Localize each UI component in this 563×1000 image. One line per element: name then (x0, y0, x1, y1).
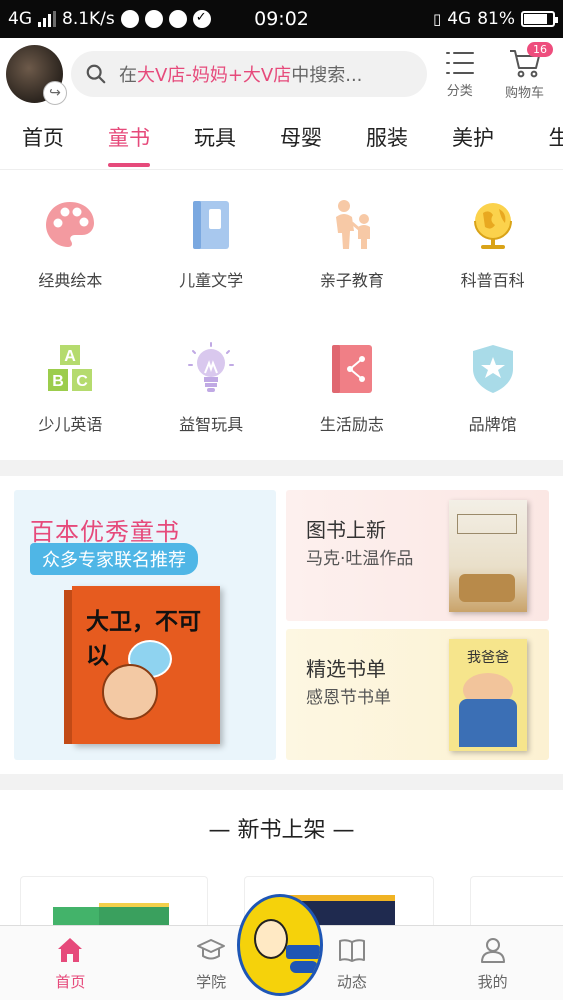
cart-button[interactable]: 16 购物车 (492, 41, 557, 101)
search-placeholder-brand: 妈妈+大V店 (191, 65, 292, 86)
graduation-cap-icon (197, 938, 226, 959)
search-placeholder-prefix: 在 (119, 65, 137, 86)
promo-main-title: 百本优秀童书 (30, 518, 180, 546)
category-childrens-literature[interactable]: 儿童文学 (141, 172, 282, 316)
star-shield-icon (472, 345, 513, 393)
svg-text:A: A (65, 348, 77, 365)
book-cover-david: 大卫，不可以 (64, 586, 220, 744)
nav-me[interactable]: 我的 (422, 926, 563, 1000)
promo-card-title: 精选书单 (306, 657, 386, 681)
nav-home[interactable]: 首页 (0, 926, 141, 1000)
promo-new-books-card[interactable]: 图书上新 马克·吐温作品 (286, 490, 549, 621)
promo-top-books-banner[interactable]: 百本优秀童书 众多专家联名推荐 大卫，不可以 (14, 490, 276, 760)
watermark-sticker (237, 894, 323, 996)
open-book-icon (338, 938, 365, 962)
nav-label: 学院 (196, 972, 227, 991)
top-header: ↪ 在 大V店 - 妈妈+大V店 中搜索... 分类 16 购物车 (0, 38, 563, 110)
home-icon (58, 937, 83, 962)
category-parenting[interactable]: 亲子教育 (282, 172, 423, 316)
category-life-inspiration[interactable]: 生活励志 (282, 316, 423, 460)
book-cover-my-dad: 我爸爸 (449, 639, 527, 751)
message-icon (144, 10, 163, 28)
category-label: 少儿英语 (38, 415, 103, 434)
nav-label: 我的 (477, 972, 508, 991)
svg-text:C: C (77, 373, 89, 390)
category-grid: 经典绘本 儿童文学 亲子教育 科普百科 A B C 少儿英语 益智玩具 生活励志… (0, 172, 563, 460)
promo-card-subtitle: 感恩节书单 (306, 688, 391, 708)
network-indicator: 4G (8, 9, 32, 29)
category-label: 益智玩具 (179, 415, 244, 434)
search-placeholder-store: 大V店 (137, 65, 186, 86)
camera-app-icon (168, 10, 187, 28)
vibrate-icon: ▯ (432, 10, 442, 28)
network-right: 4G (447, 9, 472, 29)
nav-label: 首页 (55, 972, 86, 991)
svg-text:B: B (53, 373, 65, 390)
tab-home[interactable]: 首页 (0, 112, 86, 169)
list-icon (445, 51, 474, 74)
category-classic-picture-books[interactable]: 经典绘本 (0, 172, 141, 316)
category-tabs: 首页 童书 玩具 母婴 服装 美护 生 (0, 112, 563, 170)
share-book-icon (331, 345, 372, 393)
category-label: 品牌馆 (468, 415, 517, 434)
signal-icon (38, 11, 56, 27)
new-books-heading: — 新书上架 — (208, 818, 355, 843)
tab-toys[interactable]: 玩具 (172, 112, 258, 169)
promo-card-title: 图书上新 (306, 518, 386, 542)
tab-life[interactable]: 生 (516, 112, 563, 169)
category-label: 经典绘本 (38, 271, 103, 290)
nav-label: 动态 (336, 972, 367, 991)
search-placeholder-suffix: 中搜索... (291, 65, 363, 86)
share-icon[interactable]: ↪ (43, 81, 67, 105)
book-cover-title: 我爸爸 (467, 650, 509, 666)
cart-label: 购物车 (505, 85, 545, 101)
category-educational-toys[interactable]: 益智玩具 (141, 316, 282, 460)
tab-childrens-books[interactable]: 童书 (86, 112, 172, 169)
category-label: 亲子教育 (319, 271, 384, 290)
promo-book-list-card[interactable]: 精选书单 感恩节书单 我爸爸 (286, 629, 549, 760)
category-brand-hall[interactable]: 品牌馆 (422, 316, 563, 460)
lightbulb-icon (188, 342, 235, 392)
user-icon (480, 937, 505, 963)
search-icon (86, 64, 106, 84)
tab-clothing[interactable]: 服装 (344, 112, 430, 169)
promo-card-subtitle: 马克·吐温作品 (306, 549, 414, 569)
cart-badge: 16 (526, 41, 553, 57)
tab-mother-baby[interactable]: 母婴 (258, 112, 344, 169)
globe-icon (473, 203, 512, 249)
book-cover-mark-twain (449, 500, 527, 612)
category-science-encyclopedia[interactable]: 科普百科 (422, 172, 563, 316)
abc-blocks-icon: A B C (48, 345, 93, 391)
app-screen: 4G 8.1K/s 09:02 ▯ 4G 81% ↪ 在 大V店 (0, 0, 563, 1000)
kid-illustration (102, 664, 158, 720)
battery-percent: 81% (477, 9, 515, 29)
network-speed: 8.1K/s (62, 9, 115, 29)
battery-icon (521, 11, 558, 27)
section-divider (0, 774, 563, 790)
tab-beauty[interactable]: 美护 (430, 112, 516, 169)
avatar[interactable]: ↪ (6, 45, 67, 105)
category-label: 科普百科 (460, 271, 525, 290)
parent-child-icon (335, 200, 370, 249)
status-bar: 4G 8.1K/s 09:02 ▯ 4G 81% (0, 0, 563, 38)
promo-section: 百本优秀童书 众多专家联名推荐 大卫，不可以 图书上新 马克·吐温作品 精选书单… (14, 490, 549, 762)
search-input[interactable]: 在 大V店 - 妈妈+大V店 中搜索... (71, 51, 428, 97)
book-icon (193, 201, 230, 249)
check-icon (192, 10, 211, 28)
category-kids-english[interactable]: A B C 少儿英语 (0, 316, 141, 460)
palette-icon (46, 202, 95, 247)
category-button[interactable]: 分类 (427, 50, 492, 99)
section-divider (0, 460, 563, 476)
category-label: 生活励志 (319, 415, 384, 434)
category-label: 分类 (446, 83, 473, 99)
promo-main-subtitle: 众多专家联名推荐 (30, 543, 198, 575)
category-label: 儿童文学 (179, 271, 244, 290)
wechat-icon (120, 10, 139, 28)
